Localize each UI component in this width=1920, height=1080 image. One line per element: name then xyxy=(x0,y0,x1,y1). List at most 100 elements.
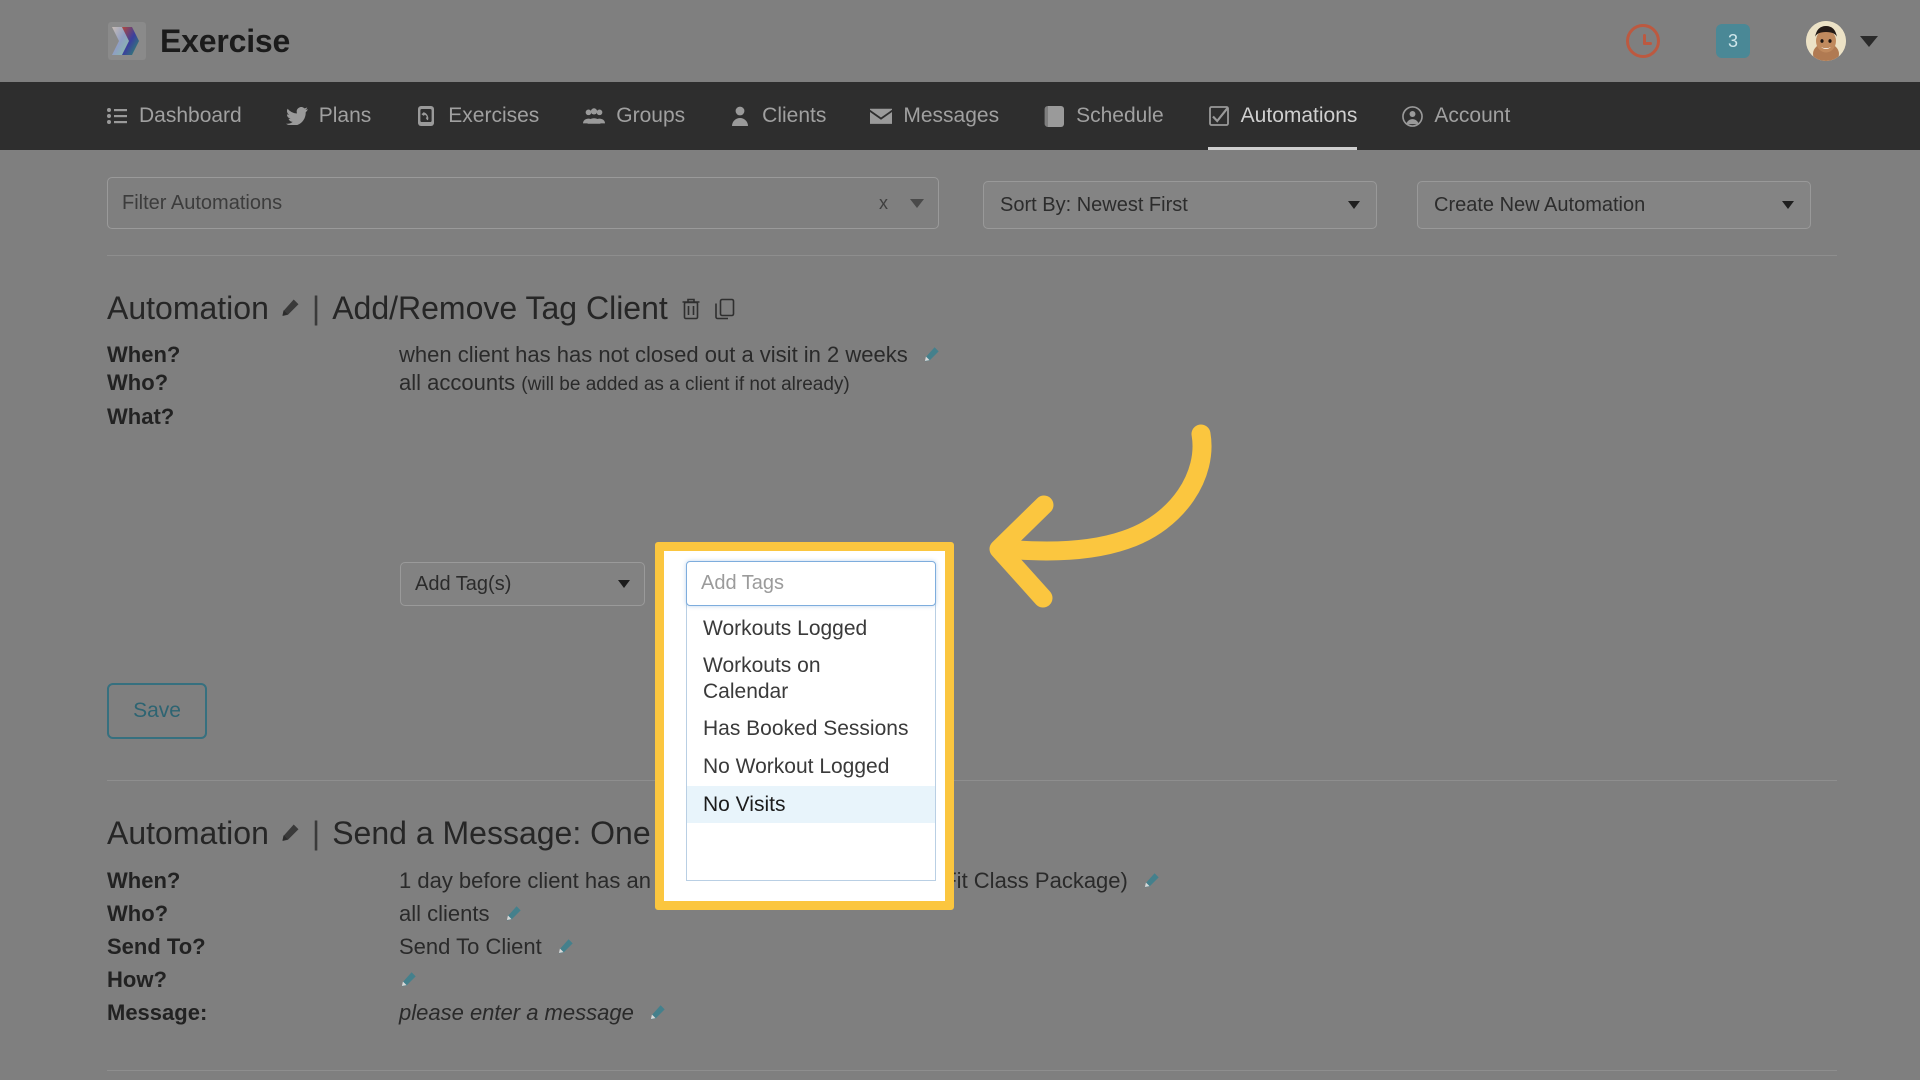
pencil-icon[interactable] xyxy=(279,815,300,852)
row-key: When? xyxy=(107,868,181,893)
chevron-down-icon[interactable] xyxy=(1860,35,1878,47)
automations-toolbar: Filter Automations x Sort By: Newest Fir… xyxy=(0,177,1920,233)
automation-1-title: Automation | Add/Remove Tag Client xyxy=(107,290,736,327)
top-bar: Exercise 3 xyxy=(0,0,1920,82)
nav-label: Automations xyxy=(1240,104,1358,127)
row-key: Who? xyxy=(107,901,169,926)
top-bar-actions: 3 xyxy=(1626,0,1878,82)
divider xyxy=(107,255,1837,256)
filter-input[interactable]: Filter Automations x xyxy=(107,177,939,229)
bird-icon xyxy=(285,105,308,127)
automation-label: Automation xyxy=(107,815,269,851)
divider xyxy=(107,780,1837,781)
list-icon xyxy=(106,105,128,127)
pencil-icon[interactable] xyxy=(279,290,300,327)
tag-option[interactable]: Workouts on Calendar xyxy=(687,647,837,710)
brand[interactable]: Exercise xyxy=(108,22,290,60)
row-value-text: Send To Client xyxy=(399,934,542,959)
row-value-subtext: (will be added as a client if not alread… xyxy=(521,374,850,395)
main-navigation: Dashboard Plans Exercises Groups Clients… xyxy=(0,82,1920,150)
add-tags-placeholder: Add Tags xyxy=(701,572,785,594)
row-key: What? xyxy=(107,404,175,429)
pencil-icon[interactable] xyxy=(556,936,574,962)
row-value: please enter a message xyxy=(399,1000,666,1028)
row-key: Send To? xyxy=(107,934,206,959)
page-viewport: Exercise 3 Dashboard Plans Exercises Gro… xyxy=(0,0,1920,1080)
tag-action-select[interactable]: Add Tag(s) xyxy=(400,562,645,606)
title-separator: | xyxy=(311,815,321,851)
nav-label: Messages xyxy=(903,104,1000,127)
filter-placeholder: Filter Automations xyxy=(122,191,283,214)
nav-label: Groups xyxy=(616,104,686,127)
nav-item-exercises[interactable]: Exercises xyxy=(415,82,539,150)
phone-icon xyxy=(415,105,437,127)
nav-label: Clients xyxy=(762,104,827,127)
avatar[interactable] xyxy=(1806,21,1846,61)
browser-window: Exercise 3 Dashboard Plans Exercises Gro… xyxy=(0,0,1920,1080)
nav-label: Plans xyxy=(318,104,372,127)
save-button[interactable]: Save xyxy=(107,683,207,739)
row-key: When? xyxy=(107,342,181,367)
nav-item-account[interactable]: Account xyxy=(1401,82,1510,150)
sort-by-select[interactable]: Sort By: Newest First xyxy=(983,181,1377,229)
nav-item-groups[interactable]: Groups xyxy=(583,82,685,150)
curved-left-arrow-icon xyxy=(965,422,1225,622)
clear-filter-icon[interactable]: x xyxy=(879,193,888,214)
pencil-icon[interactable] xyxy=(648,1002,666,1028)
divider xyxy=(107,1070,1837,1071)
brand-name: Exercise xyxy=(160,22,291,59)
automation-2-title: Automation | Send a Message: One Time xyxy=(107,815,729,852)
chevron-down-icon xyxy=(1348,201,1360,209)
chevron-down-icon xyxy=(1782,201,1794,209)
title-separator: | xyxy=(311,290,321,326)
nav-item-automations[interactable]: Automations xyxy=(1207,82,1358,150)
pencil-icon[interactable] xyxy=(399,969,417,995)
tag-option[interactable]: Workouts Logged xyxy=(687,610,935,648)
nav-label: Exercises xyxy=(448,104,540,127)
nav-label: Account xyxy=(1434,104,1511,127)
user-circle-icon xyxy=(1401,105,1423,127)
create-new-automation-value: Create New Automation xyxy=(1434,193,1646,216)
tag-option[interactable]: No Workout Logged xyxy=(687,748,935,786)
people-icon xyxy=(583,105,606,127)
chevron-down-icon xyxy=(618,580,630,588)
envelope-icon xyxy=(870,105,893,127)
main-content: Filter Automations x Sort By: Newest Fir… xyxy=(0,150,1920,1080)
book-icon xyxy=(1043,105,1065,127)
tag-options-list[interactable]: Logged Workouts Logged Workouts on Calen… xyxy=(686,581,936,881)
row-key: Message: xyxy=(107,1000,208,1025)
clock-icon[interactable] xyxy=(1626,24,1660,58)
row-value: Send To Client xyxy=(399,934,574,962)
pencil-icon[interactable] xyxy=(504,903,522,929)
trash-icon[interactable] xyxy=(680,297,702,321)
row-value-text: all accounts xyxy=(399,370,522,395)
add-tags-input[interactable]: Add Tags xyxy=(686,561,936,606)
row-key: How? xyxy=(107,967,167,992)
nav-label: Schedule xyxy=(1076,104,1164,127)
nav-item-clients[interactable]: Clients xyxy=(729,82,826,150)
tag-action-value: Add Tag(s) xyxy=(415,572,512,595)
chevron-down-icon[interactable] xyxy=(910,198,924,208)
create-new-automation-select[interactable]: Create New Automation xyxy=(1417,181,1811,229)
nav-item-messages[interactable]: Messages xyxy=(870,82,999,150)
row-value-text: please enter a message xyxy=(399,1000,634,1025)
notification-count-badge[interactable]: 3 xyxy=(1716,24,1750,58)
row-value: when client has has not closed out a vis… xyxy=(399,342,940,370)
nav-label: Dashboard xyxy=(139,104,242,127)
row-value: all clients xyxy=(399,901,522,929)
automation-label: Automation xyxy=(107,290,269,326)
copy-icon[interactable] xyxy=(714,297,736,321)
nav-item-dashboard[interactable]: Dashboard xyxy=(106,82,242,150)
automation-name: Add/Remove Tag Client xyxy=(332,290,668,326)
row-value-text: when client has has not closed out a vis… xyxy=(399,342,908,367)
tag-option[interactable]: Has Booked Sessions xyxy=(687,710,935,748)
pencil-icon[interactable] xyxy=(1142,870,1160,896)
row-value: all accounts (will be added as a client … xyxy=(399,370,850,396)
pencil-icon[interactable] xyxy=(922,344,940,370)
nav-item-schedule[interactable]: Schedule xyxy=(1043,82,1164,150)
tag-option-selected[interactable]: No Visits xyxy=(687,785,935,824)
row-value xyxy=(399,967,417,995)
check-box-icon xyxy=(1208,105,1230,127)
row-value-text: all clients xyxy=(399,901,490,926)
nav-item-plans[interactable]: Plans xyxy=(285,82,372,150)
